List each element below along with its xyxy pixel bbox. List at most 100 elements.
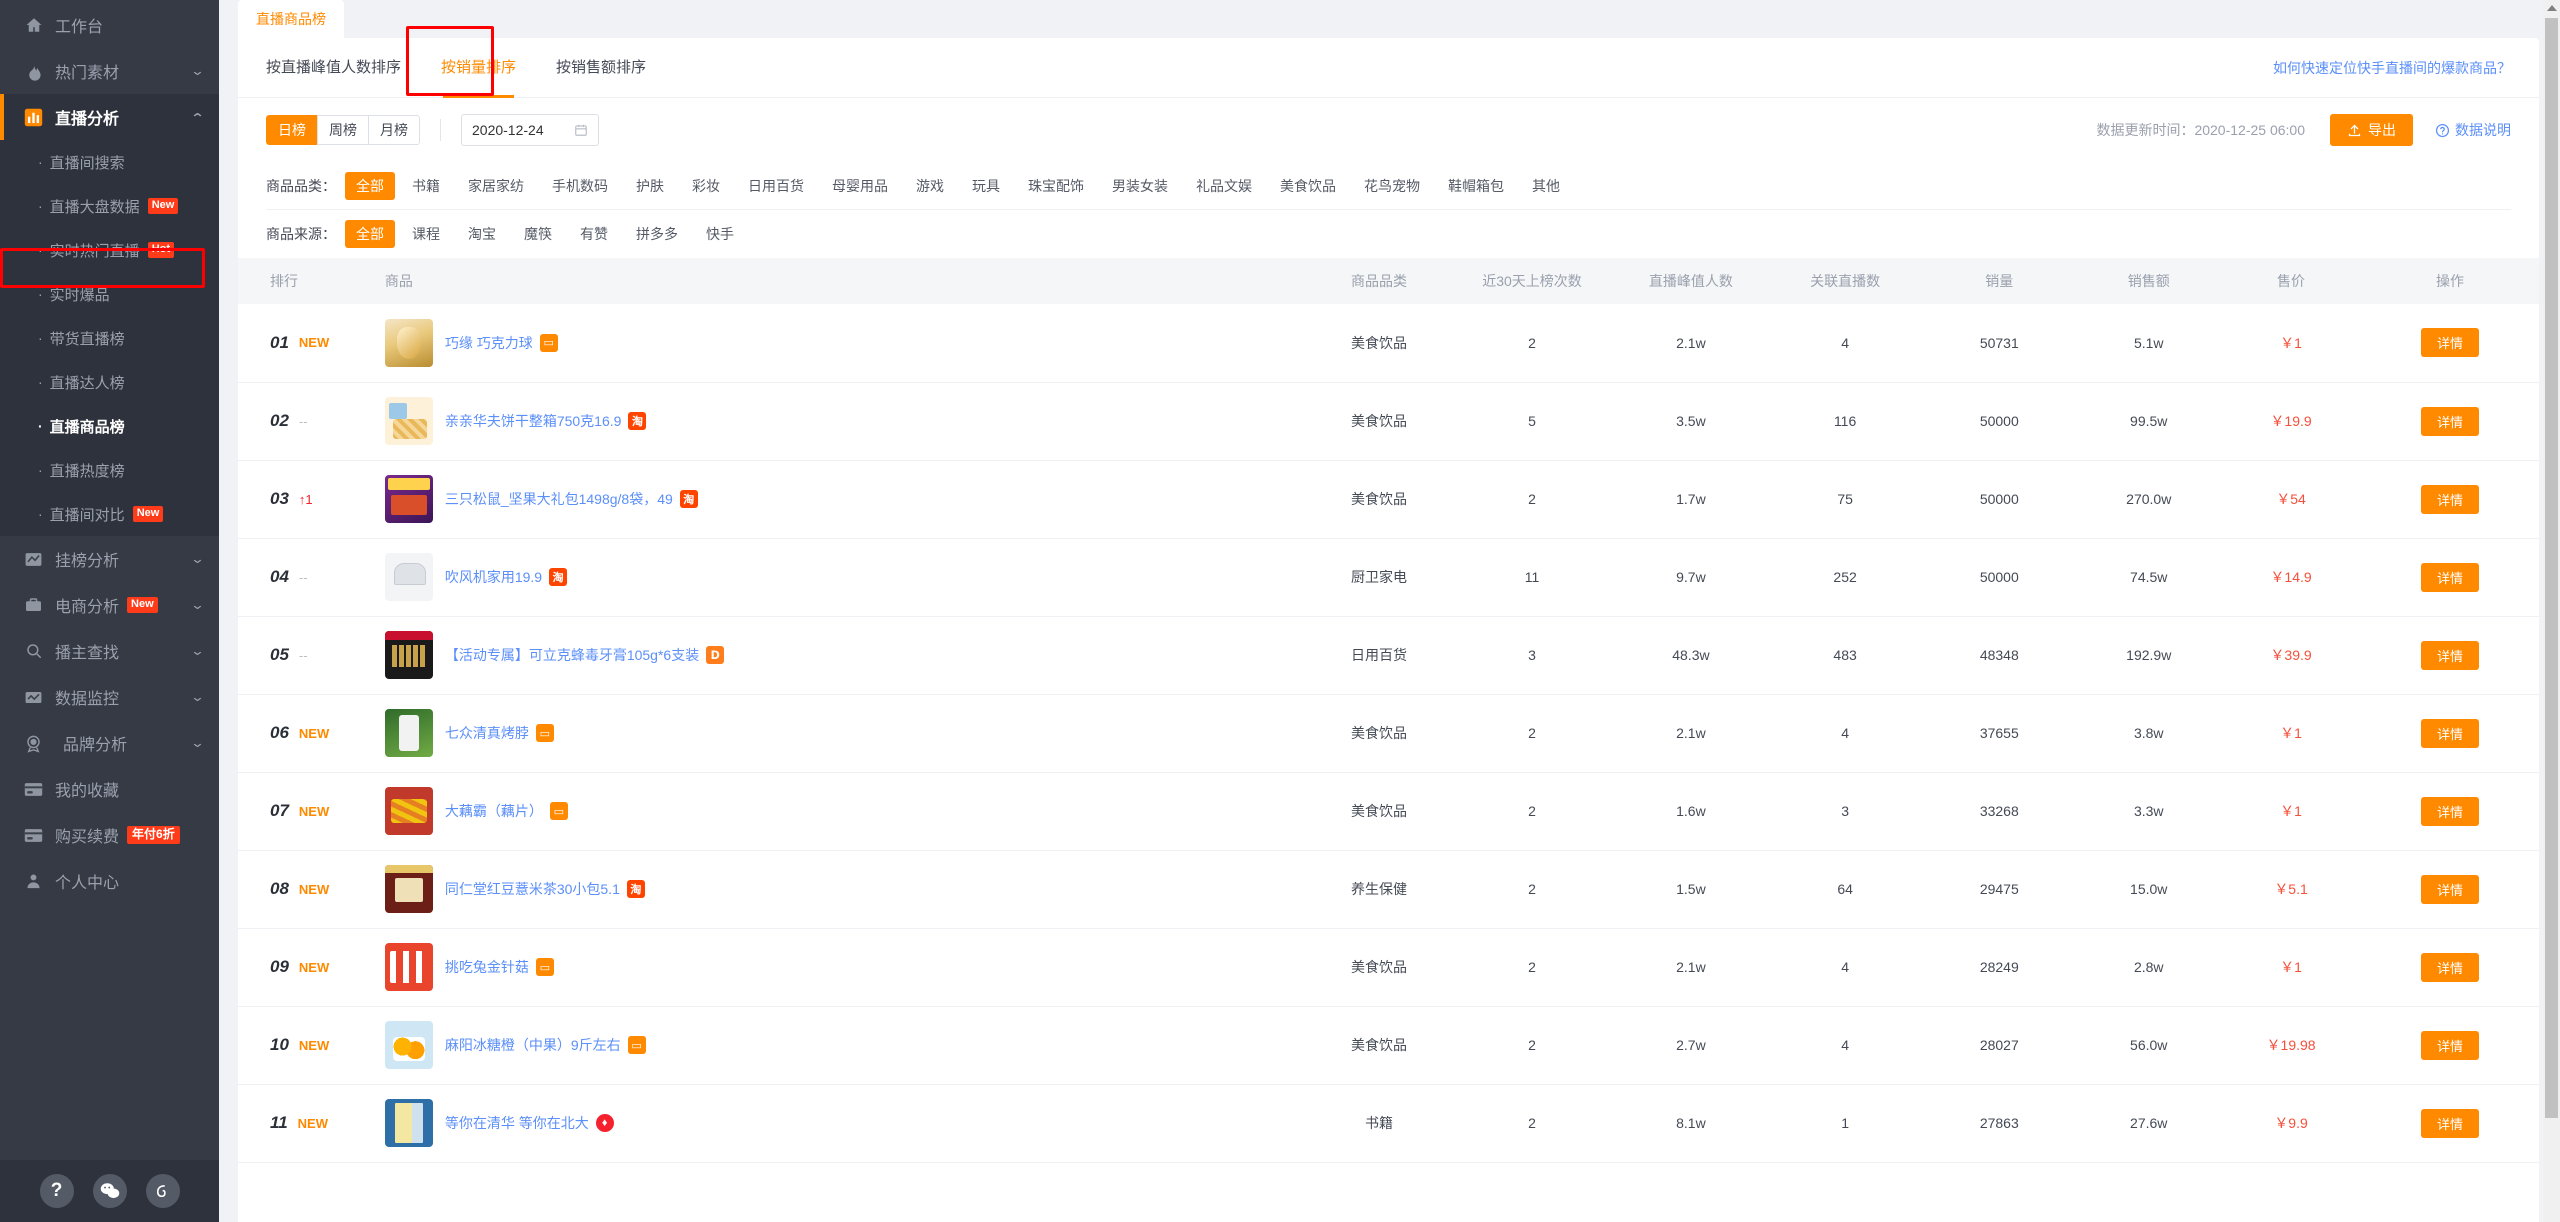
sidebar-item-my-favorites[interactable]: 我的收藏 bbox=[0, 766, 219, 812]
detail-button[interactable]: 详情 bbox=[2421, 406, 2480, 436]
detail-button[interactable]: 详情 bbox=[2421, 874, 2480, 904]
product-name-link[interactable]: 七众清真烤脖 bbox=[445, 723, 529, 743]
sidebar-item-rank-analysis[interactable]: 挂榜分析 ⌄ bbox=[0, 536, 219, 582]
export-button[interactable]: 导出 bbox=[2330, 114, 2413, 146]
product-name-link[interactable]: 大藕霸（藕片） bbox=[445, 801, 543, 821]
data-explanation-link[interactable]: 数据说明 bbox=[2435, 120, 2511, 140]
cell-peak: 9.7w bbox=[1613, 538, 1769, 617]
rank-wrap: 06 NEW bbox=[270, 723, 371, 743]
product-name-link[interactable]: 麻阳冰糖橙（中果）9斤左右 bbox=[445, 1035, 621, 1055]
page-scrollbar[interactable] bbox=[2543, 0, 2560, 1222]
category-chip-skincare[interactable]: 护肤 bbox=[625, 172, 675, 200]
sidebar-item-personal-center[interactable]: 个人中心 bbox=[0, 858, 219, 904]
wechat-icon[interactable] bbox=[92, 1174, 127, 1208]
tab-sort-by-sales-amount[interactable]: 按销售额排序 bbox=[556, 38, 646, 98]
detail-button[interactable]: 详情 bbox=[2421, 796, 2480, 826]
product-name-link[interactable]: 挑吃兔金针菇 bbox=[445, 957, 529, 977]
source-chip-course[interactable]: 课程 bbox=[401, 220, 451, 248]
help-icon[interactable]: ? bbox=[39, 1174, 74, 1208]
source-badge-tao-icon: 淘 bbox=[626, 880, 645, 898]
sidebar-subitem-live-overview[interactable]: · 直播大盘数据 New bbox=[0, 184, 219, 228]
date-picker[interactable]: 2020-12-24 bbox=[461, 114, 599, 146]
tab-live-product-rank[interactable]: 直播商品榜 bbox=[238, 0, 344, 38]
detail-button[interactable]: 详情 bbox=[2421, 1108, 2480, 1138]
category-chip-bags[interactable]: 鞋帽箱包 bbox=[1437, 172, 1515, 200]
detail-button[interactable]: 详情 bbox=[2421, 328, 2480, 358]
rank-wrap: 11 NEW bbox=[270, 1113, 371, 1133]
scrollbar-thumb[interactable] bbox=[2545, 18, 2558, 1118]
sidebar-subitem-label: 直播大盘数据 bbox=[49, 198, 140, 216]
category-chip-clothing[interactable]: 男装女装 bbox=[1101, 172, 1179, 200]
sidebar-subitem-live-search[interactable]: · 直播间搜索 bbox=[0, 140, 219, 184]
detail-button[interactable]: 详情 bbox=[2421, 952, 2480, 982]
detail-button[interactable]: 详情 bbox=[2421, 640, 2480, 670]
sidebar-subitem-live-influencer-rank[interactable]: · 直播达人榜 bbox=[0, 360, 219, 404]
sidebar-subitem-realtime-hot-product[interactable]: · 实时爆品 bbox=[0, 272, 219, 316]
product-name-link[interactable]: 【活动专属】可立克蜂毒牙膏105g*6支装 bbox=[445, 645, 699, 665]
product-name-link[interactable]: 三只松鼠_坚果大礼包1498g/8袋，49 bbox=[445, 489, 673, 509]
product-name-link[interactable]: 吹风机家用19.9 bbox=[445, 567, 542, 587]
category-chip-gifts[interactable]: 礼品文娱 bbox=[1185, 172, 1263, 200]
source-chip-youzan[interactable]: 有赞 bbox=[569, 220, 619, 248]
category-chip-digital[interactable]: 手机数码 bbox=[541, 172, 619, 200]
sidebar-item-live-analysis[interactable]: 直播分析 ⌄ bbox=[0, 94, 219, 140]
product-thumbnail[interactable] bbox=[384, 397, 433, 445]
source-chip-mokuai[interactable]: 魔筷 bbox=[513, 220, 563, 248]
link-icon[interactable] bbox=[145, 1174, 180, 1208]
product-name-link[interactable]: 等你在清华 等你在北大 bbox=[445, 1113, 589, 1133]
category-chip-food[interactable]: 美食饮品 bbox=[1269, 172, 1347, 200]
category-chip-home[interactable]: 家居家纺 bbox=[457, 172, 535, 200]
category-chip-games[interactable]: 游戏 bbox=[905, 172, 955, 200]
tab-sort-by-sales-volume[interactable]: 按销量排序 bbox=[441, 38, 516, 98]
product-name-link[interactable]: 同仁堂红豆薏米茶30小包5.1 bbox=[445, 879, 620, 899]
cell-amount: 3.8w bbox=[2076, 694, 2222, 773]
product-thumbnail[interactable] bbox=[384, 1099, 433, 1147]
product-thumbnail[interactable] bbox=[384, 475, 433, 523]
product-thumbnail[interactable] bbox=[384, 553, 433, 601]
detail-button[interactable]: 详情 bbox=[2421, 1030, 2480, 1060]
sidebar-item-purchase-renew[interactable]: 购买续费 年付6折 bbox=[0, 812, 219, 858]
sidebar-subitem-live-compare[interactable]: · 直播间对比 New bbox=[0, 492, 219, 536]
product-name-link[interactable]: 巧缘 巧克力球 bbox=[445, 333, 533, 353]
source-chip-all[interactable]: 全部 bbox=[345, 220, 395, 248]
source-chip-pinduoduo[interactable]: 拼多多 bbox=[625, 220, 689, 248]
category-chip-toys[interactable]: 玩具 bbox=[961, 172, 1011, 200]
sidebar-item-streamer-search[interactable]: 播主查找 ⌄ bbox=[0, 628, 219, 674]
product-thumbnail[interactable] bbox=[384, 787, 433, 835]
source-chip-kuaishou[interactable]: 快手 bbox=[695, 220, 745, 248]
detail-button[interactable]: 详情 bbox=[2421, 718, 2480, 748]
category-chip-all[interactable]: 全部 bbox=[345, 172, 395, 200]
category-chip-books[interactable]: 书籍 bbox=[401, 172, 451, 200]
category-chip-daily[interactable]: 日用百货 bbox=[737, 172, 815, 200]
detail-button[interactable]: 详情 bbox=[2421, 562, 2480, 592]
product-thumbnail[interactable] bbox=[384, 1021, 433, 1069]
detail-button[interactable]: 详情 bbox=[2421, 484, 2480, 514]
category-chip-jewelry[interactable]: 珠宝配饰 bbox=[1017, 172, 1095, 200]
sidebar-subitem-live-product-rank[interactable]: · 直播商品榜 bbox=[0, 404, 219, 448]
sidebar-item-hot-material[interactable]: 热门素材 ⌄ bbox=[0, 48, 219, 94]
tab-sort-by-peak-viewers[interactable]: 按直播峰值人数排序 bbox=[266, 38, 401, 98]
product-name-link[interactable]: 亲亲华夫饼干整箱750克16.9 bbox=[445, 411, 622, 431]
category-chip-makeup[interactable]: 彩妆 bbox=[681, 172, 731, 200]
sidebar-subitem-realtime-hot-live[interactable]: · 实时热门直播 Hot bbox=[0, 228, 219, 272]
sidebar-item-ecommerce-analysis[interactable]: 电商分析 New ⌄ bbox=[0, 582, 219, 628]
category-chip-other[interactable]: 其他 bbox=[1521, 172, 1571, 200]
category-chip-pets[interactable]: 花鸟宠物 bbox=[1353, 172, 1431, 200]
sidebar-item-workbench[interactable]: 工作台 bbox=[0, 2, 219, 48]
product-thumbnail[interactable] bbox=[384, 631, 433, 679]
source-chip-taobao[interactable]: 淘宝 bbox=[457, 220, 507, 248]
sidebar-subitem-live-heat-rank[interactable]: · 直播热度榜 bbox=[0, 448, 219, 492]
sidebar-item-brand-analysis[interactable]: 品牌分析 ⌄ bbox=[0, 720, 219, 766]
product-thumbnail[interactable] bbox=[384, 943, 433, 991]
help-link[interactable]: 如何快速定位快手直播间的爆款商品？ bbox=[2273, 38, 2511, 98]
category-chip-baby[interactable]: 母婴用品 bbox=[821, 172, 899, 200]
sidebar-subitem-带货直播榜[interactable]: · 带货直播榜 bbox=[0, 316, 219, 360]
product-thumbnail[interactable] bbox=[384, 709, 433, 757]
scroll-up-arrow-icon[interactable] bbox=[2547, 5, 2557, 11]
product-thumbnail[interactable] bbox=[384, 865, 433, 913]
period-monthly-button[interactable]: 月榜 bbox=[368, 115, 420, 145]
period-weekly-button[interactable]: 周榜 bbox=[317, 115, 369, 145]
sidebar-item-data-monitor[interactable]: 数据监控 ⌄ bbox=[0, 674, 219, 720]
period-daily-button[interactable]: 日榜 bbox=[266, 115, 318, 145]
product-thumbnail[interactable] bbox=[384, 318, 433, 367]
